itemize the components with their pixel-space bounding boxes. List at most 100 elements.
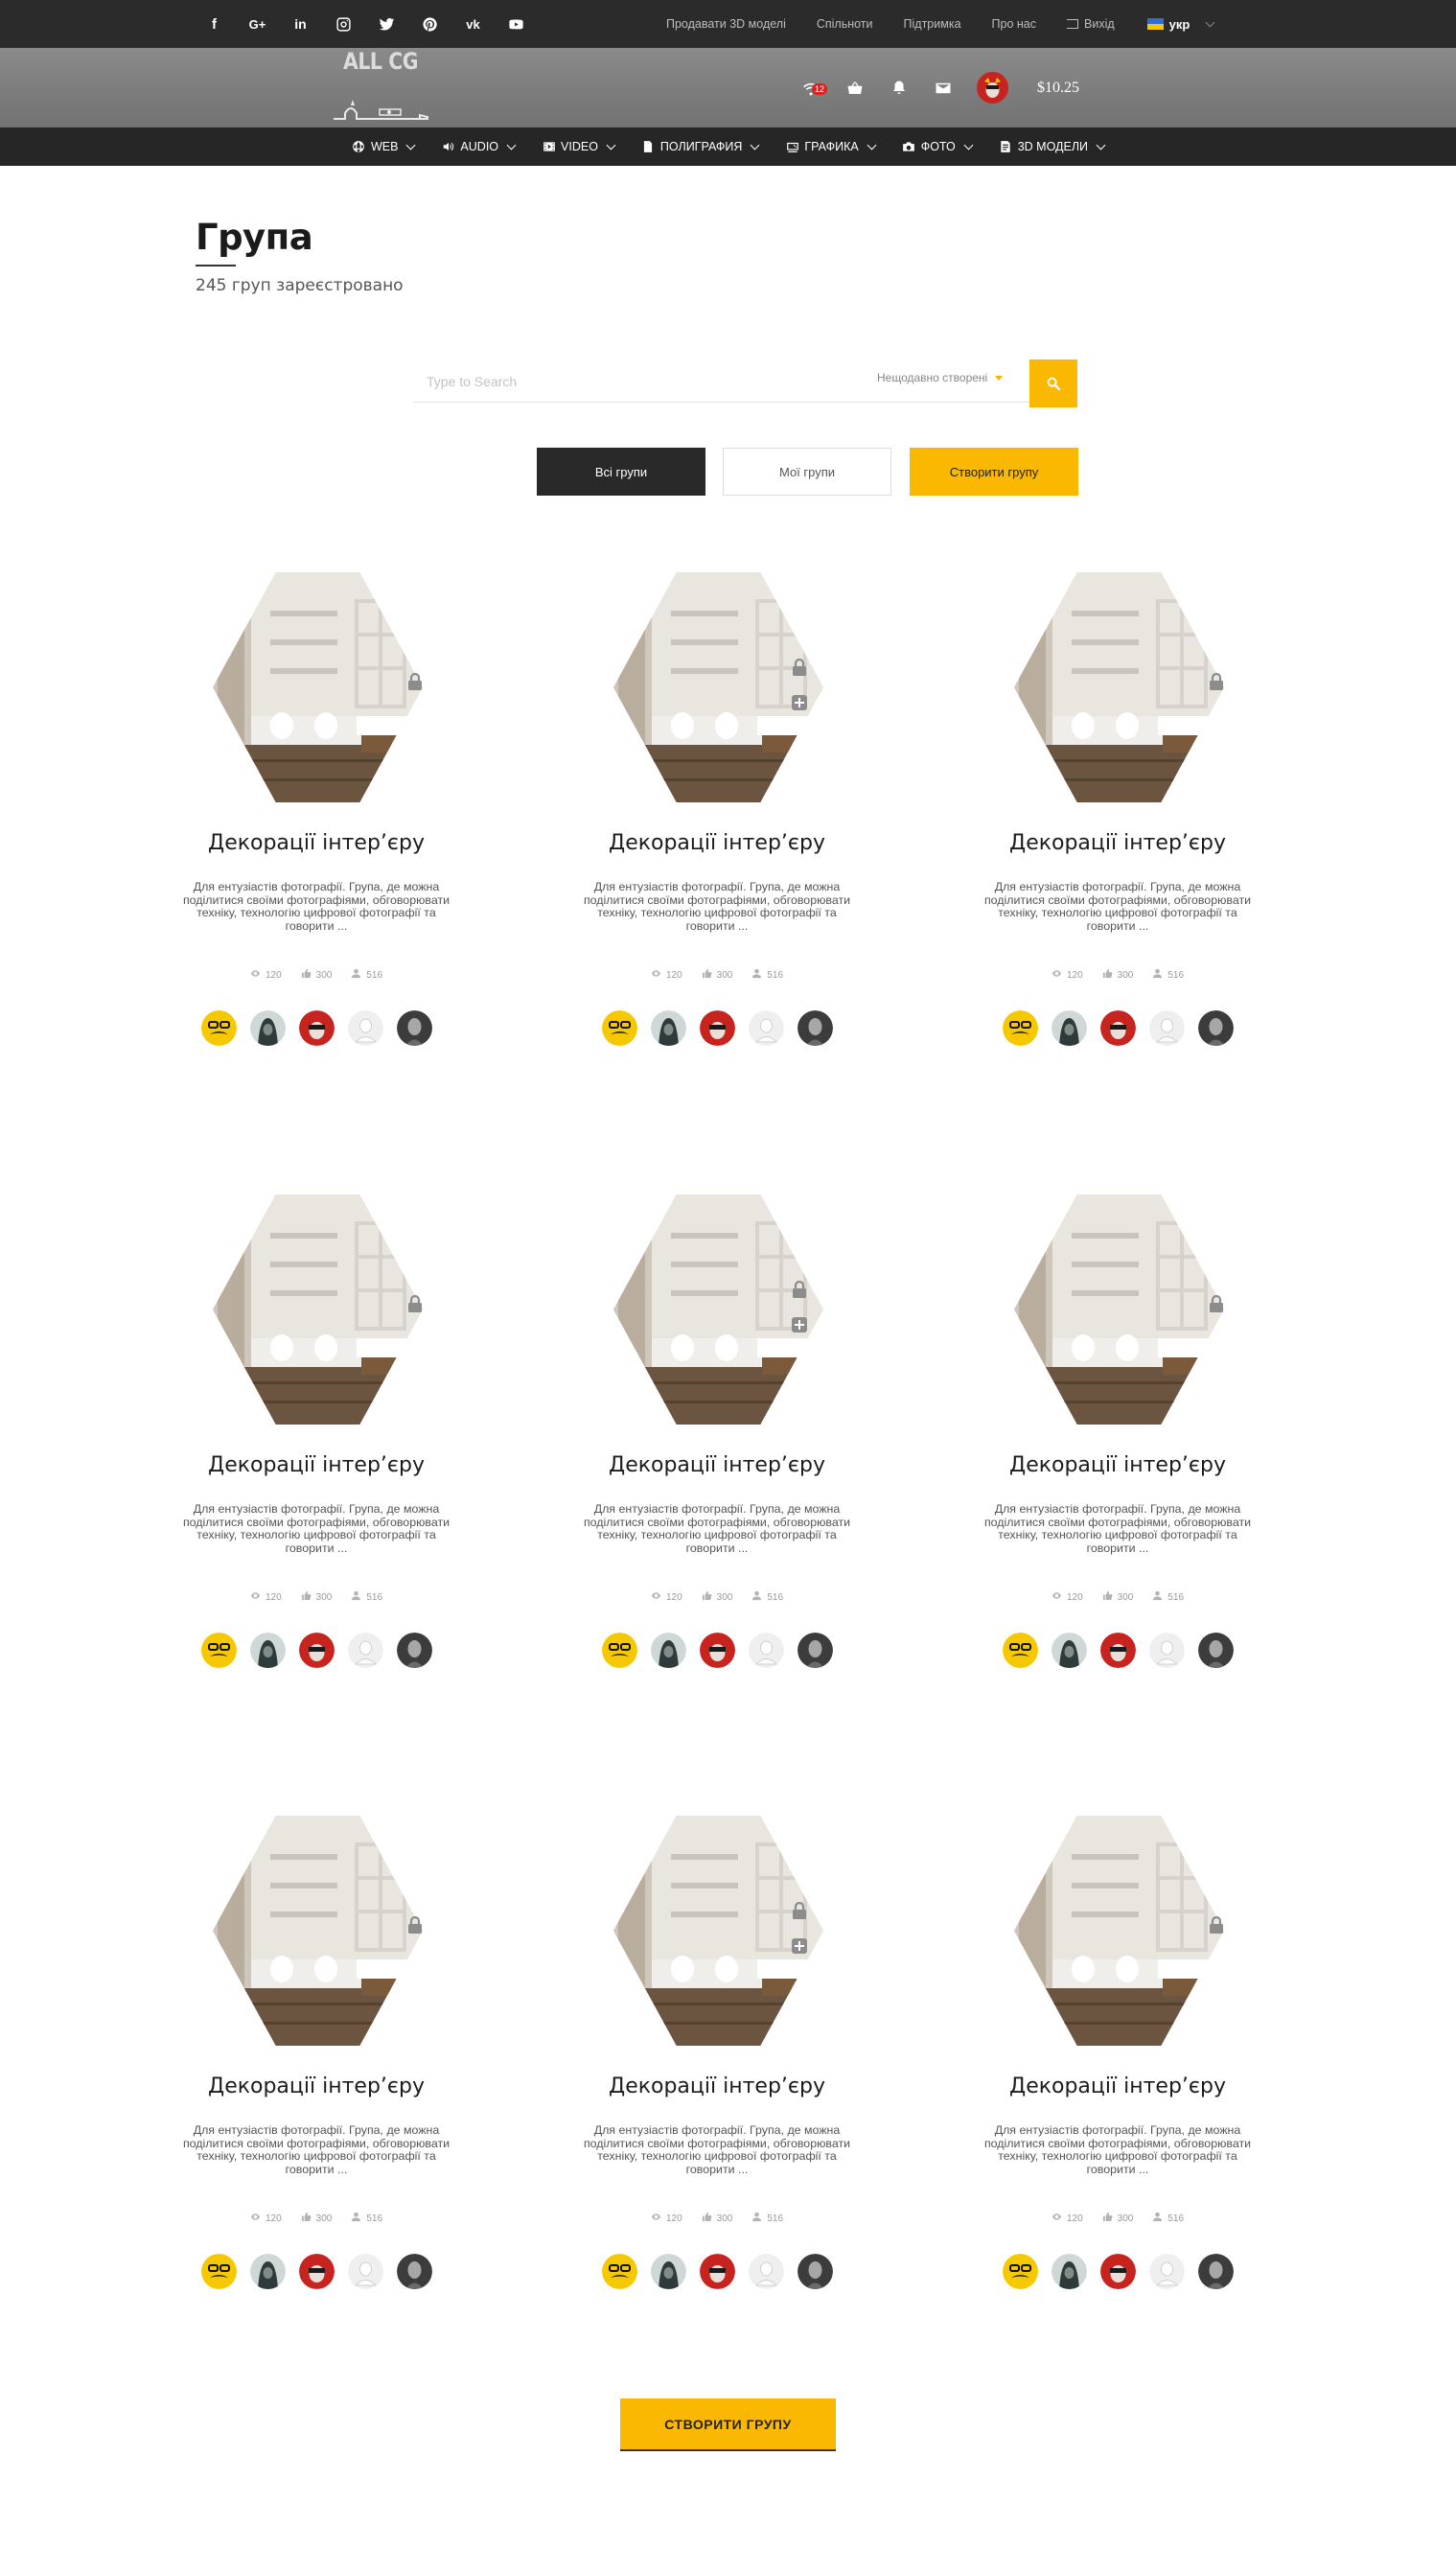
group-cover-image[interactable] [613, 1816, 823, 2046]
group-title[interactable]: Декорації інтер’єру [535, 1453, 899, 1477]
bw-portrait-avatar[interactable] [797, 1010, 833, 1046]
group-cover-image[interactable] [1014, 1194, 1224, 1425]
white-bust-avatar[interactable] [748, 1010, 784, 1046]
hooded-avatar[interactable] [249, 1633, 286, 1668]
tab-my-groups[interactable]: Мої групи [723, 448, 891, 496]
category-audio[interactable]: AUDIO [441, 140, 517, 154]
hooded-avatar[interactable] [650, 2254, 686, 2289]
search-input[interactable] [427, 367, 839, 396]
bw-portrait-avatar[interactable] [797, 2254, 833, 2289]
youtube-icon[interactable] [505, 13, 527, 35]
pinterest-icon[interactable] [419, 13, 441, 35]
red-mask-avatar[interactable] [699, 2254, 735, 2289]
group-title[interactable]: Декорації інтер’єру [134, 2074, 498, 2098]
hooded-avatar[interactable] [650, 1010, 686, 1046]
instagram-icon[interactable] [333, 13, 355, 35]
vk-icon[interactable]: vk [462, 13, 484, 35]
category-graphics[interactable]: ГРАФИКА [785, 140, 877, 154]
group-card[interactable]: Декорації інтер’єру Для ентузіастів фотог… [134, 1816, 498, 2314]
group-cover-image[interactable] [1014, 1816, 1224, 2046]
mustache-avatar[interactable] [601, 2254, 637, 2289]
category-print[interactable]: ПОЛИГРАФИЯ [641, 140, 760, 154]
white-bust-avatar[interactable] [1148, 2254, 1185, 2289]
red-mask-avatar[interactable] [699, 1633, 735, 1668]
red-mask-avatar[interactable] [1099, 1633, 1136, 1668]
group-card[interactable]: Декорації інтер’єру Для ентузіастів фотог… [134, 572, 498, 1071]
join-group-icon[interactable] [792, 1938, 807, 1954]
bw-portrait-avatar[interactable] [396, 1633, 432, 1668]
mustache-avatar[interactable] [1002, 1010, 1038, 1046]
group-cover-image[interactable] [213, 1816, 423, 2046]
hooded-avatar[interactable] [650, 1633, 686, 1668]
search-button[interactable] [1029, 359, 1077, 407]
group-card[interactable]: Декорації інтер’єру Для ентузіастів фотог… [134, 1194, 498, 1693]
bw-portrait-avatar[interactable] [396, 1010, 432, 1046]
white-bust-avatar[interactable] [347, 1010, 383, 1046]
mustache-avatar[interactable] [200, 2254, 237, 2289]
hooded-avatar[interactable] [1051, 2254, 1087, 2289]
sell-3d-models-link[interactable]: Продавати 3D моделі [666, 17, 786, 31]
group-title[interactable]: Декорації інтер’єру [936, 1453, 1300, 1477]
group-card[interactable]: Декорації інтер’єру Для ентузіастів фотог… [535, 1194, 899, 1693]
bw-portrait-avatar[interactable] [797, 1633, 833, 1668]
language-select[interactable]: укр [1146, 17, 1215, 32]
wifi-icon[interactable]: 12 [800, 78, 828, 99]
white-bust-avatar[interactable] [748, 2254, 784, 2289]
bw-portrait-avatar[interactable] [1197, 1633, 1234, 1668]
user-avatar[interactable] [977, 72, 1008, 104]
group-card[interactable]: Декорації інтер’єру Для ентузіастів фотог… [936, 1816, 1300, 2314]
group-title[interactable]: Декорації інтер’єру [535, 2074, 899, 2098]
hooded-avatar[interactable] [249, 1010, 286, 1046]
group-title[interactable]: Декорації інтер’єру [936, 831, 1300, 855]
join-group-icon[interactable] [792, 1317, 807, 1332]
red-mask-avatar[interactable] [298, 1010, 335, 1046]
group-cover-image[interactable] [613, 1194, 823, 1425]
logout-link[interactable]: Вихід [1067, 17, 1115, 31]
white-bust-avatar[interactable] [347, 1633, 383, 1668]
twitter-icon[interactable] [376, 13, 398, 35]
red-mask-avatar[interactable] [699, 1010, 735, 1046]
red-mask-avatar[interactable] [1099, 2254, 1136, 2289]
group-cover-image[interactable] [213, 1194, 423, 1425]
mustache-avatar[interactable] [601, 1010, 637, 1046]
bell-icon[interactable] [889, 78, 910, 99]
red-mask-avatar[interactable] [298, 1633, 335, 1668]
sort-select[interactable]: Нещодавно створені [877, 371, 1004, 384]
white-bust-avatar[interactable] [347, 2254, 383, 2289]
mustache-avatar[interactable] [1002, 2254, 1038, 2289]
bw-portrait-avatar[interactable] [396, 2254, 432, 2289]
group-card[interactable]: Декорації інтер’єру Для ентузіастів фотог… [535, 572, 899, 1071]
group-title[interactable]: Декорації інтер’єру [535, 831, 899, 855]
hooded-avatar[interactable] [1051, 1633, 1087, 1668]
support-link[interactable]: Підтримка [904, 17, 961, 31]
group-cover-image[interactable] [613, 572, 823, 802]
tab-all-groups[interactable]: Всі групи [537, 448, 705, 496]
mustache-avatar[interactable] [200, 1010, 237, 1046]
create-group-cta-button[interactable]: СТВОРИТИ ГРУПУ [620, 2398, 836, 2451]
mail-icon[interactable] [933, 78, 954, 99]
google-plus-icon[interactable]: G+ [246, 13, 268, 35]
category-web[interactable]: WEB [352, 140, 416, 154]
mustache-avatar[interactable] [1002, 1633, 1038, 1668]
communities-link[interactable]: Спільноти [817, 17, 873, 31]
category-photo[interactable]: ФОТО [902, 140, 974, 154]
create-group-button[interactable]: Створити групу [910, 448, 1078, 496]
group-cover-image[interactable] [213, 572, 423, 802]
white-bust-avatar[interactable] [748, 1633, 784, 1668]
hooded-avatar[interactable] [249, 2254, 286, 2289]
red-mask-avatar[interactable] [298, 2254, 335, 2289]
bw-portrait-avatar[interactable] [1197, 2254, 1234, 2289]
mustache-avatar[interactable] [200, 1633, 237, 1668]
group-card[interactable]: Декорації інтер’єру Для ентузіастів фотог… [936, 1194, 1300, 1693]
group-card[interactable]: Декорації інтер’єру Для ентузіастів фотог… [535, 1816, 899, 2314]
group-title[interactable]: Декорації інтер’єру [134, 831, 498, 855]
white-bust-avatar[interactable] [1148, 1633, 1185, 1668]
mustache-avatar[interactable] [601, 1633, 637, 1668]
category-video[interactable]: VIDEO [542, 140, 616, 154]
site-logo[interactable]: ALL CG [332, 48, 431, 127]
category-3d-models[interactable]: 3D МОДЕЛИ [999, 140, 1106, 154]
hooded-avatar[interactable] [1051, 1010, 1087, 1046]
about-link[interactable]: Про нас [992, 17, 1036, 31]
group-title[interactable]: Декорації інтер’єру [936, 2074, 1300, 2098]
group-card[interactable]: Декорації інтер’єру Для ентузіастів фотог… [936, 572, 1300, 1071]
